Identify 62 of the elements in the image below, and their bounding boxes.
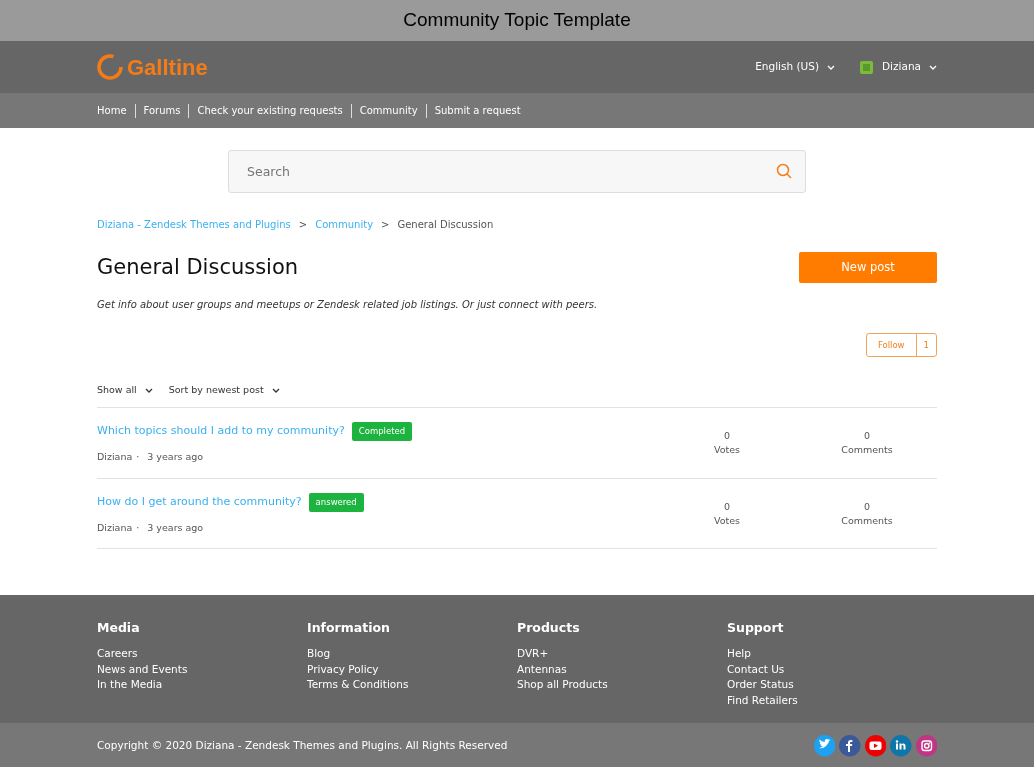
footer-link[interactable]: Shop all Products	[517, 677, 727, 693]
caret-icon	[929, 64, 937, 70]
filter-dropdown[interactable]: Sort by newest post	[168, 383, 280, 398]
play-icon[interactable]	[864, 735, 886, 757]
post-time: 3 years ago	[147, 520, 204, 535]
footer-link[interactable]: Antennas	[517, 661, 727, 677]
description: Get info about user groups and meetups or Zendesk related job listings. Or just connect with peers.	[97, 298, 599, 312]
search-icon	[776, 163, 792, 179]
vote-label: Votes	[712, 513, 742, 528]
page-title: General Discussion	[97, 254, 299, 281]
comment-count: 0	[862, 429, 871, 443]
nav-link[interactable]: Check your existing requests	[188, 103, 351, 118]
bird-icon[interactable]	[813, 735, 835, 757]
avatar-icon	[859, 59, 875, 75]
copyright: Copyright © 2020 Diziana - Zendesk Themes and Plugins. All Rights Reserved	[97, 737, 509, 753]
footer-link[interactable]: Careers	[97, 646, 307, 662]
footer-link[interactable]: News and Events	[97, 661, 307, 677]
footer-heading: Information	[307, 619, 391, 638]
camera-icon[interactable]	[915, 735, 937, 757]
footer-link[interactable]: Contact Us	[727, 661, 937, 677]
post-time: 3 years ago	[147, 450, 204, 464]
footer-link[interactable]: Terms & Conditions	[307, 677, 517, 693]
ring-icon	[97, 54, 123, 80]
footer-link[interactable]: Blog	[307, 646, 517, 662]
footer-link[interactable]: In the Media	[97, 677, 307, 693]
caret-icon	[144, 387, 153, 393]
post-author: Diziana	[97, 450, 133, 464]
comment-label: Comments	[840, 443, 894, 458]
nav-link[interactable]: Home	[97, 103, 135, 118]
nav-link[interactable]: Community	[350, 103, 426, 118]
vote-count: 0	[722, 429, 731, 443]
comment-label: Comments	[840, 513, 894, 528]
footer-heading: Media	[97, 619, 141, 638]
filter-dropdown[interactable]: Show all	[97, 383, 153, 398]
caret-icon	[271, 387, 280, 393]
user-menu[interactable]: Diziana	[859, 59, 937, 75]
meta-separator: ·	[136, 520, 140, 535]
search-field[interactable]: Search	[228, 150, 806, 193]
window-title: Community Topic Template	[0, 0, 1034, 41]
post-author: Diziana	[97, 520, 133, 535]
letter-f-icon[interactable]	[839, 735, 861, 757]
nav-link[interactable]: Submit a request	[425, 103, 529, 118]
footer-link[interactable]: DVR+	[517, 646, 727, 662]
breadcrumb-current: General Discussion	[397, 218, 494, 232]
caret-icon	[827, 64, 836, 70]
vote-count: 0	[722, 499, 731, 514]
footer-link[interactable]: Privacy Policy	[307, 661, 517, 677]
comment-count: 0	[862, 499, 871, 514]
language-menu[interactable]: English (US)	[755, 59, 836, 75]
vote-label: Votes	[712, 443, 742, 458]
footer-heading: Support	[727, 619, 785, 638]
nav-link[interactable]: Forums	[134, 103, 189, 118]
status-badge: Completed	[351, 422, 413, 441]
meta-separator: ·	[136, 450, 140, 464]
breadcrumb-separator: >	[381, 218, 390, 232]
footer-link[interactable]: Help	[727, 646, 937, 662]
status-badge: answered	[308, 492, 364, 512]
footer-heading: Products	[517, 619, 581, 638]
footer-link[interactable]: Find Retailers	[727, 692, 937, 708]
letters-in-icon[interactable]	[890, 735, 912, 757]
breadcrumb-separator: >	[298, 218, 308, 232]
footer-link[interactable]: Order Status	[727, 677, 937, 693]
